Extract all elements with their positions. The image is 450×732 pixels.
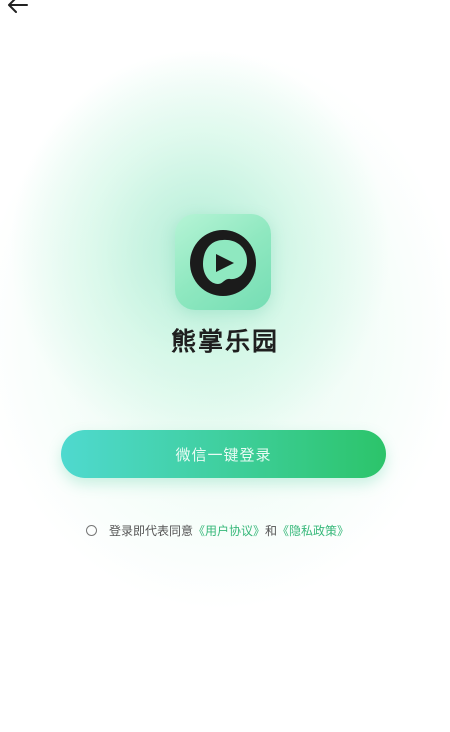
agreement-prefix: 登录即代表同意 bbox=[109, 523, 194, 538]
arrow-left-icon bbox=[8, 0, 28, 13]
app-logo bbox=[175, 214, 271, 310]
agreement-and: 和 bbox=[265, 523, 278, 538]
wechat-login-button[interactable]: 微信一键登录 bbox=[61, 430, 386, 478]
background-glow bbox=[0, 0, 450, 732]
bear-paw-play-icon bbox=[190, 230, 256, 296]
agreement-radio[interactable] bbox=[86, 524, 97, 536]
agreement-row: 登录即代表同意 《用户协议》 和 《隐私政策》 bbox=[86, 520, 349, 540]
back-button[interactable] bbox=[4, 0, 32, 16]
wechat-login-label: 微信一键登录 bbox=[175, 445, 272, 464]
app-name: 熊掌乐园 bbox=[170, 327, 279, 356]
privacy-policy-link[interactable]: 《隐私政策》 bbox=[277, 522, 349, 539]
user-agreement-link[interactable]: 《用户协议》 bbox=[193, 522, 265, 539]
